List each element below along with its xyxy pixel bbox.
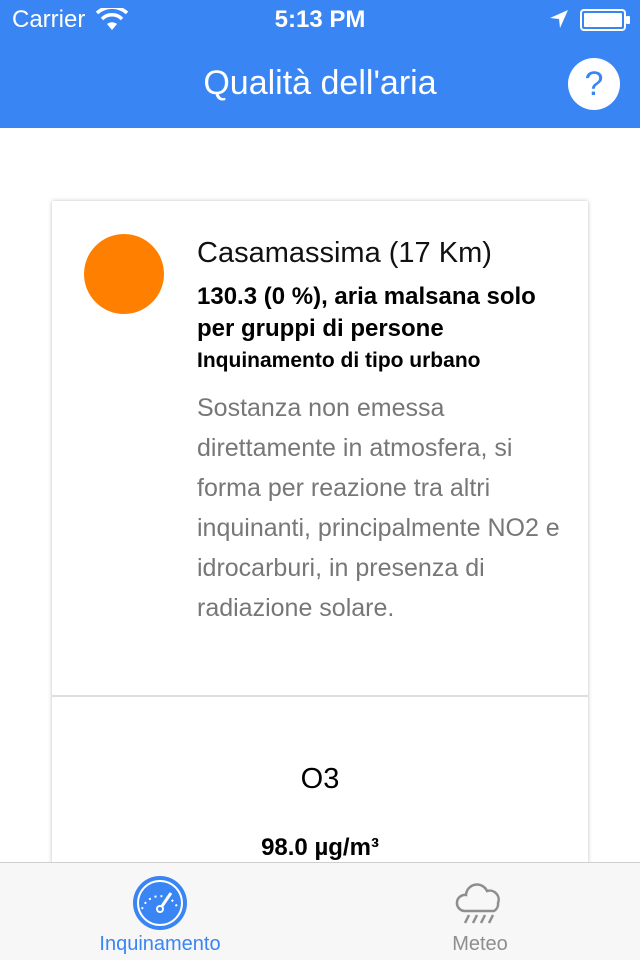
status-bar: Carrier 5:13 PM	[0, 0, 640, 40]
quality-indicator-dot	[84, 234, 164, 314]
page-title: Qualità dell'aria	[203, 64, 437, 102]
air-quality-card: Casamassima (17 Km) 130.3 (0 %), aria ma…	[52, 201, 588, 901]
pollutant-name: O3	[300, 763, 340, 795]
pollutant-concentration: 98.0 µg/m³	[261, 834, 379, 861]
tab-label-inquinamento: Inquinamento	[99, 933, 221, 955]
screen: Carrier 5:13 PM Qualità dell'aria ? Casa…	[0, 0, 640, 960]
card-divider	[52, 695, 588, 697]
help-button[interactable]: ?	[568, 58, 620, 110]
pollution-type: Inquinamento di tipo urbano	[197, 349, 481, 372]
tab-meteo[interactable]: Meteo	[320, 863, 640, 960]
gauge-icon	[133, 876, 187, 930]
tab-bar: Inquinamento Meteo	[0, 862, 640, 960]
pollutant-description: Sostanza non emessa direttamente in atmo…	[197, 394, 560, 622]
location-arrow-icon	[550, 10, 568, 28]
station-name: Casamassima (17 Km)	[197, 237, 492, 269]
battery-icon	[580, 9, 630, 31]
tab-inquinamento[interactable]: Inquinamento	[0, 863, 320, 960]
top-bar: Carrier 5:13 PM Qualità dell'aria ?	[0, 0, 640, 128]
tab-label-meteo: Meteo	[452, 933, 508, 955]
aqi-value-summary: 130.3 (0 %), aria malsana solo per grupp…	[197, 283, 536, 342]
rain-cloud-icon	[455, 883, 500, 924]
status-time: 5:13 PM	[274, 6, 366, 33]
